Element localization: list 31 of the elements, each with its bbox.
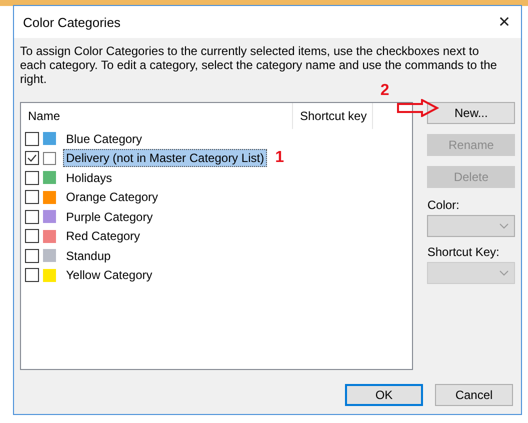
checkbox[interactable]	[25, 210, 39, 224]
dialog-button[interactable]: OK	[345, 384, 423, 406]
field-label: Shortcut Key:	[427, 245, 500, 259]
category-name[interactable]: Red Category	[63, 227, 144, 246]
window-title: Color Categories	[23, 14, 121, 30]
category-name[interactable]: Orange Category	[63, 188, 162, 206]
category-name[interactable]: Yellow Category	[63, 266, 156, 284]
category-name[interactable]: Blue Category	[63, 130, 146, 148]
annotation-number: 1	[275, 149, 284, 168]
arrow-icon	[397, 99, 440, 117]
checkbox[interactable]	[25, 229, 39, 244]
dialog-button[interactable]: Cancel	[435, 384, 513, 406]
category-name[interactable]: Purple Category	[63, 208, 156, 226]
color-dropdown[interactable]	[427, 215, 515, 237]
checkbox[interactable]	[25, 190, 39, 204]
column-header[interactable]: Shortcut key	[293, 103, 373, 129]
checkbox[interactable]	[25, 268, 39, 282]
category-name[interactable]: Holidays	[63, 168, 116, 187]
checkbox[interactable]	[25, 170, 39, 185]
annotation-number: 2	[380, 83, 390, 98]
category-name[interactable]: Standup	[63, 246, 114, 265]
checkbox[interactable]	[25, 132, 39, 146]
chevron-down-icon	[499, 223, 509, 229]
column-header[interactable]: Name	[21, 103, 293, 129]
checkbox[interactable]	[25, 151, 39, 166]
close-button[interactable]: ✕	[494, 13, 515, 31]
checkbox[interactable]	[25, 248, 39, 263]
command-button[interactable]: New...	[427, 102, 515, 124]
field-label: Color:	[427, 198, 460, 212]
category-name[interactable]: Delivery (not in Master Category List)	[63, 149, 268, 168]
chevron-down-icon	[499, 270, 509, 276]
